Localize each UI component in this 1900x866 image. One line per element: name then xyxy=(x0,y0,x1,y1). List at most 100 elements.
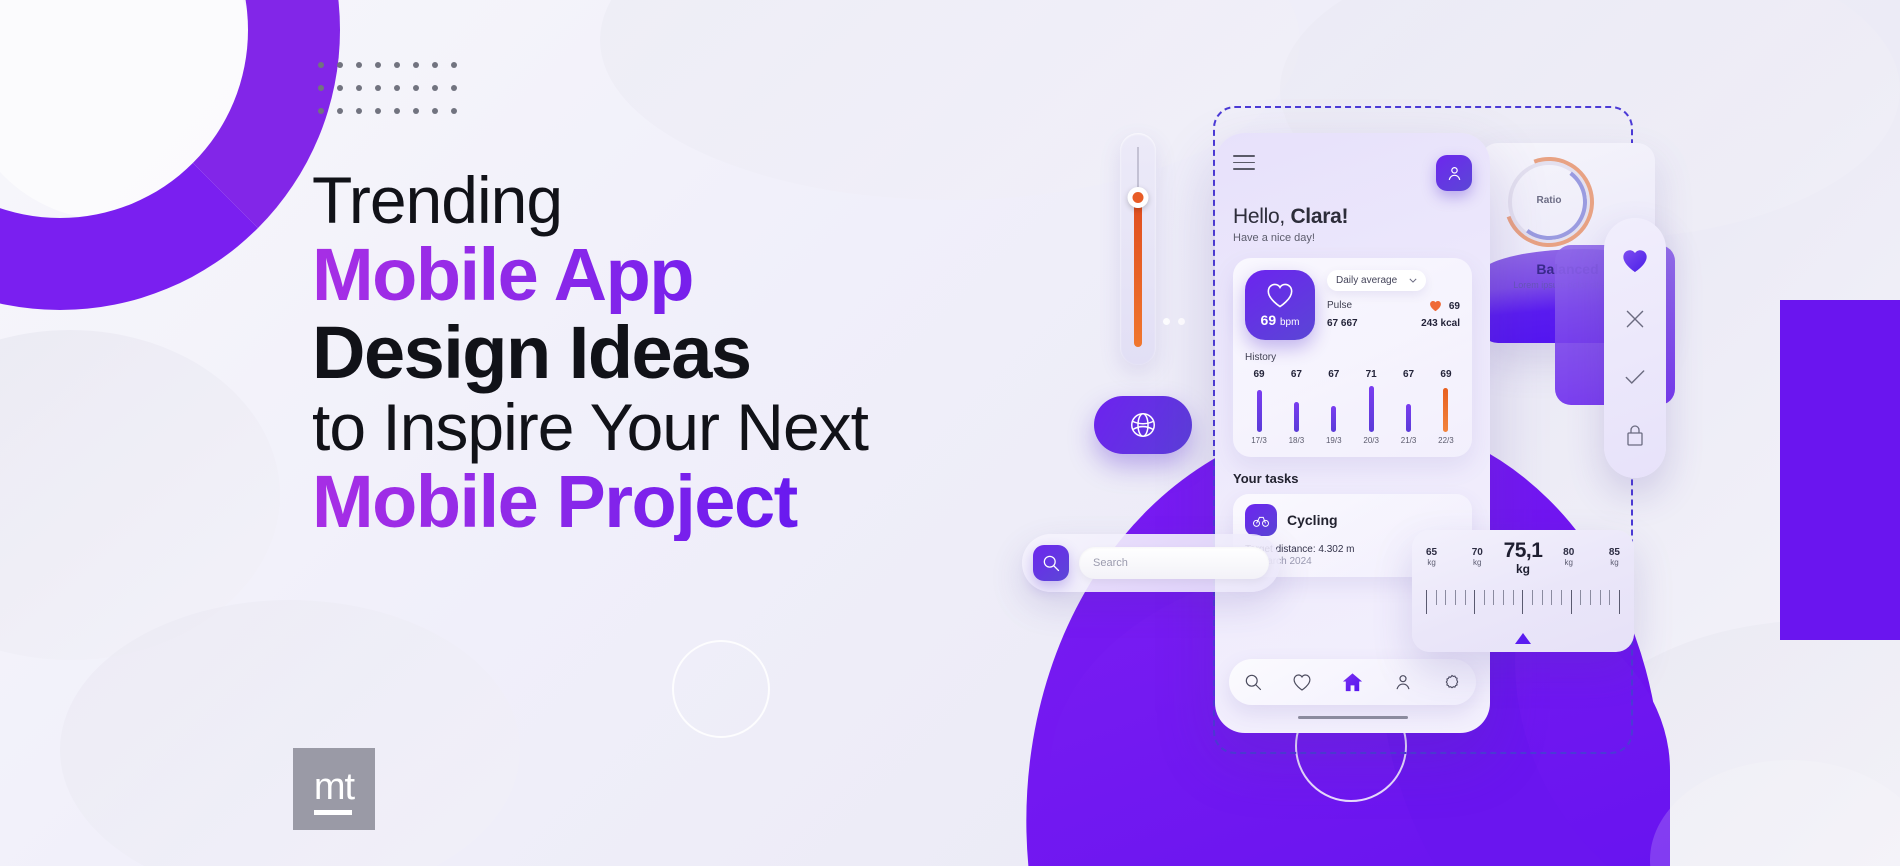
globe-icon xyxy=(1131,413,1155,437)
history-bar-column: 67 18/3 xyxy=(1282,369,1310,445)
weight-scale-number: 85 xyxy=(1608,547,1620,558)
bottom-nav xyxy=(1229,659,1476,705)
history-bar-column: 69 17/3 xyxy=(1245,369,1273,445)
health-card: 69 bpm Daily average Pulse 69 67 667 243… xyxy=(1233,258,1472,457)
nav-item-search[interactable] xyxy=(1243,672,1263,692)
ruler-tick-minor xyxy=(1532,590,1534,605)
heart-filled-icon xyxy=(1623,250,1647,273)
weight-ruler xyxy=(1426,590,1620,614)
nav-item-settings[interactable] xyxy=(1442,672,1462,692)
heart-outline-icon xyxy=(1267,283,1293,308)
history-bar-date: 18/3 xyxy=(1288,436,1305,445)
history-bar-date: 17/3 xyxy=(1251,436,1267,445)
history-bar-date: 19/3 xyxy=(1325,436,1342,445)
hamburger-bar xyxy=(1233,168,1255,170)
history-bar xyxy=(1293,402,1299,432)
weight-scale-number: 80 xyxy=(1563,547,1575,558)
user-icon xyxy=(1396,675,1410,690)
app-mockup-group: Ratio Balanced Lorem ipsum dolor sit ame… xyxy=(0,0,1900,866)
history-bar-column: 67 19/3 xyxy=(1320,369,1348,445)
ruler-tick-minor xyxy=(1493,590,1495,605)
period-label: Daily average xyxy=(1336,275,1398,286)
ruler-tick-minor xyxy=(1445,590,1447,605)
history-bar-column: 71 20/3 xyxy=(1357,369,1385,445)
history-bar-value: 69 xyxy=(1253,369,1265,380)
phone-header xyxy=(1233,155,1472,191)
history-bar-wrap xyxy=(1432,384,1460,432)
search-widget: Search xyxy=(1022,534,1280,592)
history-bar-value: 71 xyxy=(1365,369,1377,380)
history-bar-wrap xyxy=(1320,384,1348,432)
ruler-tick-minor xyxy=(1589,590,1591,605)
weight-scale-unit: kg xyxy=(1427,557,1436,567)
greeting-name: Clara! xyxy=(1290,205,1349,228)
history-bar-wrap xyxy=(1357,384,1385,432)
action-close[interactable] xyxy=(1622,306,1648,332)
slider-knob-dot xyxy=(1132,192,1144,203)
greeting-line: Hello, Clara! xyxy=(1233,205,1472,229)
ruler-tick-minor xyxy=(1454,590,1456,605)
greeting-subtitle: Have a nice day! xyxy=(1233,232,1315,244)
weight-scale-label: 85 kg xyxy=(1608,547,1620,567)
history-bar-wrap xyxy=(1245,384,1273,432)
history-bar xyxy=(1256,390,1262,432)
greeting-block: Hello, Clara! Have a nice day! xyxy=(1233,205,1472,244)
slider-knob[interactable] xyxy=(1127,187,1149,208)
heart-count: 69 xyxy=(1448,300,1460,312)
search-button[interactable] xyxy=(1033,545,1069,581)
search-input[interactable]: Search xyxy=(1079,547,1269,579)
quick-action-column xyxy=(1604,218,1666,478)
history-bar xyxy=(1406,404,1412,432)
bpm-readout: 69 bpm xyxy=(1261,312,1300,328)
ruler-tick-minor xyxy=(1464,590,1466,605)
history-bar xyxy=(1368,386,1374,432)
check-icon xyxy=(1625,370,1645,384)
weight-widget: 75,1 kg 65kg70kg75kg80kg85kg xyxy=(1412,530,1634,652)
avatar-button[interactable] xyxy=(1436,155,1472,191)
weight-scale-labels: 65kg70kg75kg80kg85kg xyxy=(1426,547,1620,567)
home-icon xyxy=(1342,672,1363,691)
history-bar-date: 20/3 xyxy=(1363,436,1379,445)
search-placeholder: Search xyxy=(1093,557,1128,569)
heart-filled-icon xyxy=(1429,301,1441,312)
gear-icon xyxy=(1445,674,1458,689)
slider-fill xyxy=(1134,199,1142,347)
search-icon xyxy=(1246,674,1262,691)
globe-button[interactable] xyxy=(1094,396,1192,454)
action-favorite[interactable] xyxy=(1621,248,1649,274)
weight-scale-unit: kg xyxy=(1473,557,1482,567)
hamburger-icon[interactable] xyxy=(1233,155,1255,175)
history-bar-column: 67 21/3 xyxy=(1395,369,1423,445)
nav-item-profile[interactable] xyxy=(1393,672,1413,692)
stat-grid: Pulse 69 67 667 243 kcal xyxy=(1327,300,1460,329)
ruler-tick-minor xyxy=(1609,590,1611,605)
history-bar-value: 69 xyxy=(1440,369,1452,380)
health-stats: Daily average Pulse 69 67 667 243 kcal xyxy=(1327,270,1460,340)
heart-rate-row: 69 bpm Daily average Pulse 69 67 667 243… xyxy=(1245,270,1460,340)
nav-item-home[interactable] xyxy=(1341,671,1364,694)
ruler-tick-minor xyxy=(1560,590,1562,605)
weight-scale-label: 80 kg xyxy=(1563,547,1575,567)
heart-count-cell: 69 xyxy=(1394,300,1460,312)
hamburger-bar xyxy=(1233,161,1255,164)
kcal-value: 243 kcal xyxy=(1421,318,1460,329)
period-dropdown[interactable]: Daily average xyxy=(1327,270,1427,291)
lock-icon xyxy=(1627,425,1643,446)
bpm-value: 69 xyxy=(1260,312,1277,328)
ruler-tick-minor xyxy=(1503,590,1505,605)
chevron-down-icon xyxy=(1409,278,1417,283)
history-title: History xyxy=(1245,352,1277,363)
history-chart: 69 17/3 67 18/3 67 19/3 71 20/3 67 21/3 69 22/3 xyxy=(1245,369,1460,445)
vertical-slider[interactable] xyxy=(1120,133,1156,365)
heart-rate-tile: 69 bpm xyxy=(1245,270,1315,340)
pulse-label: Pulse xyxy=(1327,300,1353,311)
bike-icon-tile xyxy=(1245,504,1277,536)
ruler-tick-minor xyxy=(1599,590,1601,605)
weight-scale-label: 70 kg xyxy=(1472,547,1483,567)
action-lock[interactable] xyxy=(1623,422,1647,448)
history-bar-value: 67 xyxy=(1290,369,1302,380)
ruler-tick-minor xyxy=(1435,590,1437,605)
decor-dot xyxy=(1178,318,1185,325)
nav-item-favorites[interactable] xyxy=(1292,673,1312,692)
action-confirm[interactable] xyxy=(1622,364,1648,390)
